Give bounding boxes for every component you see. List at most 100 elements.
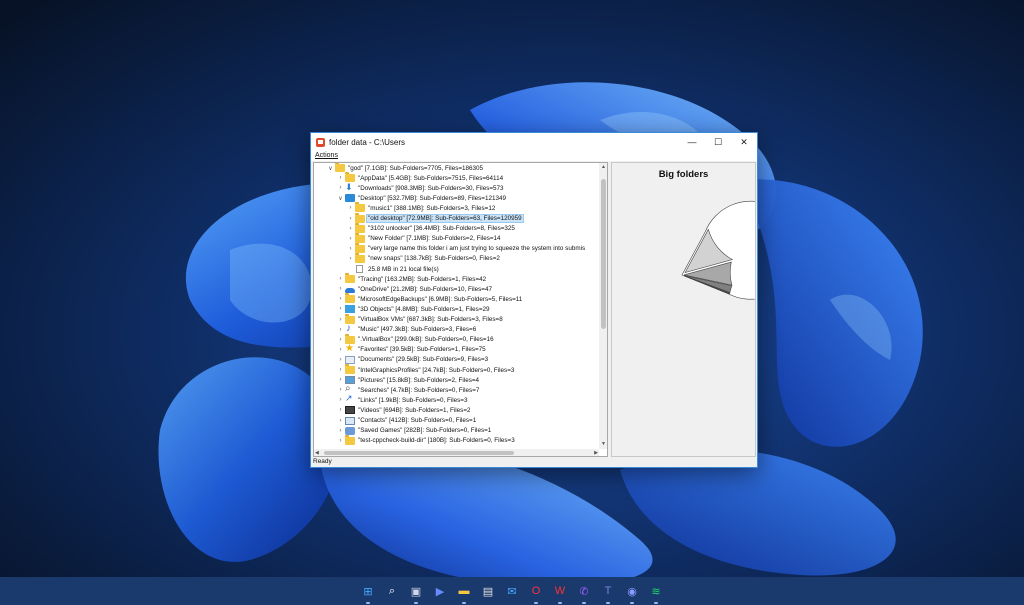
tree-row-label: "OneDrive" [21.2MB]: Sub-Folders=10, Fil… bbox=[358, 285, 492, 293]
messenger-icon[interactable]: ✆ bbox=[576, 583, 592, 604]
scroll-right-arrow[interactable]: ▶ bbox=[594, 449, 598, 456]
tree-row-label: 25.8 MB in 21 local file(s) bbox=[368, 265, 439, 273]
meet-icon[interactable]: ▶ bbox=[432, 583, 448, 599]
horizontal-scrollbar[interactable]: ◀ ▶ bbox=[314, 449, 599, 456]
expand-chevron-icon[interactable]: › bbox=[336, 317, 345, 323]
tree-row[interactable]: › "new snaps" [138.7kB]: Sub-Folders=0, F… bbox=[346, 252, 501, 264]
expand-chevron-icon[interactable]: › bbox=[336, 397, 345, 403]
mail-icon[interactable]: ✉ bbox=[504, 583, 520, 599]
collapse-chevron-icon[interactable]: ∨ bbox=[326, 165, 335, 172]
tree-row[interactable]: › "3D Objects" [4.8MB]: Sub-Folders=1, Fi… bbox=[336, 304, 491, 314]
tree-row-label: "Favorites" [39.5kB]: Sub-Folders=1, Fil… bbox=[358, 346, 486, 354]
expand-chevron-icon[interactable]: › bbox=[336, 347, 345, 353]
expand-chevron-icon[interactable]: › bbox=[336, 175, 345, 181]
expand-chevron-icon[interactable]: › bbox=[336, 438, 345, 444]
teams-icon[interactable]: T bbox=[600, 583, 616, 604]
scroll-thumb[interactable] bbox=[601, 179, 606, 329]
expand-chevron-icon[interactable]: › bbox=[336, 428, 345, 434]
tree-row[interactable]: › ".VirtualBox" [299.0kB]: Sub-Folders=0,… bbox=[336, 333, 495, 345]
expand-chevron-icon[interactable]: › bbox=[346, 205, 355, 211]
expand-chevron-icon[interactable]: › bbox=[346, 236, 355, 242]
tree-row[interactable]: › "Music" [497.3kB]: Sub-Folders=3, Files… bbox=[336, 323, 477, 335]
tree-row[interactable]: › "Favorites" [39.5kB]: Sub-Folders=1, Fi… bbox=[336, 343, 487, 355]
status-text: Ready bbox=[313, 458, 332, 465]
tree-row-label: "very large name this folder i am just t… bbox=[368, 245, 586, 253]
expand-chevron-icon[interactable]: › bbox=[336, 327, 345, 333]
title-bar[interactable]: folder data - C:\Users — ☐ ✕ bbox=[311, 133, 757, 151]
tree-row[interactable]: › "3102 unlocker" [36.4MB]: Sub-Folders=8… bbox=[346, 222, 516, 234]
tree-row[interactable]: › "Contacts" [412B]: Sub-Folders=0, Files… bbox=[336, 416, 477, 426]
search-icon[interactable]: ⌕ bbox=[384, 583, 400, 599]
expand-chevron-icon[interactable]: › bbox=[336, 337, 345, 343]
tree-row-label: "god" [7.1GB]: Sub-Folders=7705, Files=1… bbox=[348, 164, 484, 172]
tree-row-label: ".VirtualBox" [299.0kB]: Sub-Folders=0, … bbox=[358, 336, 494, 344]
tree-row[interactable]: › "New Folder" [7.1MB]: Sub-Folders=2, Fi… bbox=[346, 232, 502, 244]
tree-row[interactable]: › "test-cppcheck-build-dir" [180B]: Sub-F… bbox=[336, 434, 516, 446]
tree-row[interactable]: › "Links" [1.9kB]: Sub-Folders=0, Files=3 bbox=[336, 393, 468, 405]
tree-row[interactable]: › "AppData" [5.4GB]: Sub-Folders=7515, Fi… bbox=[336, 172, 504, 183]
tree-row[interactable]: › "MicrosoftEdgeBackups" [6.9MB]: Sub-Fol… bbox=[336, 293, 523, 304]
scroll-down-arrow[interactable]: ▼ bbox=[599, 440, 607, 449]
expand-chevron-icon[interactable]: › bbox=[336, 306, 345, 312]
tree-row[interactable]: › "Pictures" [15.8kB]: Sub-Folders=2, Fil… bbox=[336, 375, 480, 385]
expand-chevron-icon[interactable]: › bbox=[336, 387, 345, 393]
tree-row[interactable]: › "old desktop" [72.9MB]: Sub-Folders=63,… bbox=[346, 212, 524, 224]
tree-row-label: "VirtualBox VMs" [687.3kB]: Sub-Folders=… bbox=[358, 316, 503, 323]
tree-row[interactable]: 25.8 MB in 21 local file(s) bbox=[346, 264, 440, 274]
window-title: folder data - C:\Users bbox=[329, 137, 406, 147]
scroll-left-arrow[interactable]: ◀ bbox=[315, 449, 319, 456]
expand-chevron-icon[interactable]: › bbox=[346, 246, 355, 252]
opera-icon[interactable]: O bbox=[528, 583, 544, 604]
expand-chevron-icon[interactable]: › bbox=[346, 256, 355, 262]
folder-icon bbox=[345, 293, 355, 304]
expand-chevron-icon[interactable]: › bbox=[336, 286, 345, 292]
expand-chevron-icon[interactable]: › bbox=[336, 185, 345, 191]
task-view-icon[interactable]: ▣ bbox=[408, 583, 424, 604]
tree-row[interactable]: › "Searches" [4.7kB]: Sub-Folders=0, File… bbox=[336, 383, 480, 395]
spotify-icon[interactable]: ≋ bbox=[648, 583, 664, 604]
tree-row[interactable]: › "Documents" [29.5kB]: Sub-Folders=9, Fi… bbox=[336, 355, 489, 365]
folder-tree[interactable]: ∨ "god" [7.1GB]: Sub-Folders=7705, Files=… bbox=[314, 163, 599, 449]
tree-row[interactable]: › "Videos" [694B]: Sub-Folders=1, Files=2 bbox=[336, 405, 472, 415]
tree-row-label: "Videos" [694B]: Sub-Folders=1, Files=2 bbox=[358, 406, 471, 414]
tree-row-label: "New Folder" [7.1MB]: Sub-Folders=2, Fil… bbox=[368, 235, 501, 243]
minimize-button[interactable]: — bbox=[679, 133, 705, 151]
vertical-scrollbar[interactable]: ▲ ▼ bbox=[599, 163, 607, 449]
tree-row[interactable]: › "music1" [388.1MB]: Sub-Folders=3, File… bbox=[346, 202, 496, 213]
discord-icon[interactable]: ◉ bbox=[624, 583, 640, 604]
folder-icon bbox=[345, 172, 355, 183]
expand-chevron-icon[interactable]: › bbox=[346, 216, 355, 222]
tree-row[interactable]: › "very large name this folder i am just … bbox=[346, 242, 586, 254]
expand-chevron-icon[interactable]: › bbox=[336, 357, 345, 363]
tree-row[interactable]: › "Saved Games" [282B]: Sub-Folders=0, Fi… bbox=[336, 426, 492, 436]
tree-row[interactable]: › "OneDrive" [21.2MB]: Sub-Folders=10, Fi… bbox=[336, 284, 493, 294]
folder-icon bbox=[355, 252, 365, 263]
collapse-chevron-icon[interactable]: ∨ bbox=[336, 195, 345, 202]
expand-chevron-icon[interactable]: › bbox=[336, 418, 345, 424]
expand-chevron-icon[interactable]: › bbox=[336, 276, 345, 282]
expand-chevron-icon[interactable]: › bbox=[336, 407, 345, 413]
tree-row[interactable]: › "IntelGraphicsProfiles" [24.7kB]: Sub-F… bbox=[336, 364, 515, 375]
tree-row-label: "test-cppcheck-build-dir" [180B]: Sub-Fo… bbox=[358, 437, 515, 445]
store-icon[interactable]: ▤ bbox=[480, 583, 496, 599]
start-icon[interactable]: ⊞ bbox=[360, 583, 376, 604]
expand-chevron-icon[interactable]: › bbox=[346, 226, 355, 232]
tree-row[interactable]: › "Downloads" [908.3MB]: Sub-Folders=30, … bbox=[336, 182, 505, 193]
expand-chevron-icon[interactable]: › bbox=[336, 367, 345, 373]
tree-row[interactable]: ∨ "Desktop" [532.7MB]: Sub-Folders=89, Fi… bbox=[336, 193, 507, 203]
expand-chevron-icon[interactable]: › bbox=[336, 377, 345, 383]
file-explorer-icon[interactable]: ▬ bbox=[456, 583, 472, 604]
tree-row-label: "3D Objects" [4.8MB]: Sub-Folders=1, Fil… bbox=[358, 305, 490, 313]
scroll-up-arrow[interactable]: ▲ bbox=[599, 163, 607, 172]
menu-bar: Actions bbox=[311, 151, 757, 161]
hscroll-thumb[interactable] bbox=[324, 451, 514, 455]
expand-chevron-icon[interactable]: › bbox=[336, 296, 345, 302]
folder-icon bbox=[355, 202, 365, 213]
tree-row[interactable]: › "VirtualBox VMs" [687.3kB]: Sub-Folders… bbox=[336, 313, 504, 325]
maximize-button[interactable]: ☐ bbox=[705, 133, 731, 151]
menu-actions[interactable]: Actions bbox=[315, 152, 338, 159]
tree-row[interactable]: ∨ "god" [7.1GB]: Sub-Folders=7705, Files=… bbox=[326, 163, 484, 173]
close-button[interactable]: ✕ bbox=[731, 133, 757, 151]
wps-icon[interactable]: W bbox=[552, 583, 568, 604]
tree-row[interactable]: › "Tracing" [163.2MB]: Sub-Folders=1, Fil… bbox=[336, 273, 487, 284]
